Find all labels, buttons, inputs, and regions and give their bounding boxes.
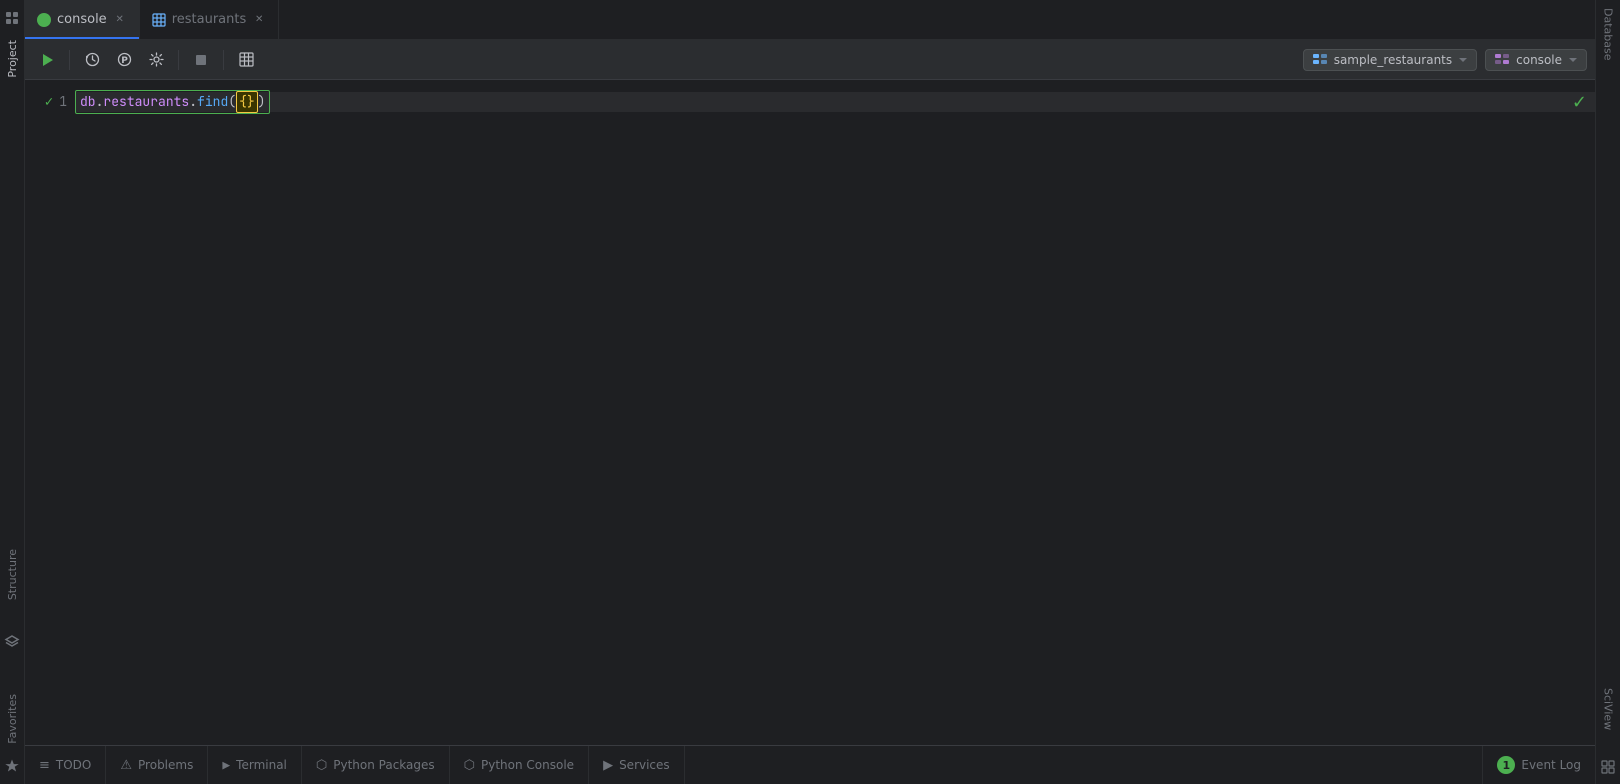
table-view-button[interactable] <box>232 46 260 74</box>
code-db: db <box>80 92 96 112</box>
console-selector-label: console <box>1516 53 1562 67</box>
toolbar-separator-1 <box>69 50 70 70</box>
layers-icon[interactable] <box>2 632 22 652</box>
tab-bar: console ✕ restaurants ✕ <box>25 0 1595 40</box>
code-restaurants: restaurants <box>103 92 189 112</box>
editor-valid-icon: ✓ <box>1572 92 1587 113</box>
services-status[interactable]: ▶ Services <box>589 746 685 784</box>
database-sidebar-label[interactable]: Database <box>1602 0 1615 69</box>
line-numbers: ✓ 1 <box>25 80 75 745</box>
history-button[interactable] <box>78 46 106 74</box>
favorites-sidebar-label[interactable]: Favorites <box>6 686 19 752</box>
line-number-text: 1 <box>59 92 67 112</box>
python-console-label: Python Console <box>481 758 574 772</box>
code-close-paren: ) <box>258 92 266 112</box>
code-find: find <box>197 92 228 112</box>
profiler-button[interactable]: P <box>110 46 138 74</box>
todo-label: TODO <box>56 758 91 772</box>
todo-status[interactable]: ≡ TODO <box>25 746 106 784</box>
toolbar: P <box>25 40 1595 80</box>
code-editor[interactable]: db.restaurants.find({}) <box>75 80 1595 745</box>
terminal-status[interactable]: ▶ Terminal <box>208 746 302 784</box>
db-selector-label: sample_restaurants <box>1334 53 1452 67</box>
status-bar: ≡ TODO ⚠ Problems ▶ Terminal ⬡ Python Pa… <box>25 745 1595 784</box>
left-sidebar: Project Structure Favorites <box>0 0 25 784</box>
services-label: Services <box>619 758 670 772</box>
todo-icon: ≡ <box>39 758 50 773</box>
problems-status[interactable]: ⚠ Problems <box>106 746 208 784</box>
star-icon[interactable] <box>2 756 22 776</box>
line-check-icon: ✓ <box>45 92 53 112</box>
code-open-paren: ( <box>228 92 236 112</box>
editor-area[interactable]: ✓ 1 db.restaurants.find({}) ✓ <box>25 80 1595 745</box>
sciview-icon[interactable] <box>1599 758 1617 776</box>
project-sidebar-label[interactable]: Project <box>6 32 19 86</box>
python-console-status[interactable]: ⬡ Python Console <box>450 746 589 784</box>
python-packages-label: Python Packages <box>333 758 434 772</box>
tab-restaurants[interactable]: restaurants ✕ <box>140 0 280 39</box>
toolbar-separator-2 <box>178 50 179 70</box>
stop-button[interactable] <box>187 46 215 74</box>
event-log-status[interactable]: 1 Event Log <box>1482 746 1595 784</box>
project-icon[interactable] <box>2 8 22 28</box>
tab-console-close[interactable]: ✕ <box>113 13 127 27</box>
console-selector[interactable]: console <box>1485 49 1587 71</box>
code-line-1[interactable]: db.restaurants.find({}) <box>75 92 1595 112</box>
python-console-icon: ⬡ <box>464 758 475 773</box>
toolbar-right: sample_restaurants console <box>1303 49 1587 71</box>
tab-console-label: console <box>57 12 107 27</box>
event-log-badge: 1 <box>1497 756 1515 774</box>
python-packages-icon: ⬡ <box>316 758 327 773</box>
line-number-1: ✓ 1 <box>33 92 67 112</box>
toolbar-separator-3 <box>223 50 224 70</box>
table-icon <box>152 13 166 27</box>
mongo-icon <box>37 13 51 27</box>
code-dot1: . <box>96 92 104 112</box>
sciview-sidebar-label[interactable]: SciView <box>1602 680 1615 738</box>
right-sidebar: Database SciView <box>1595 0 1620 784</box>
code-braces: {} <box>236 91 258 113</box>
terminal-label: Terminal <box>236 758 287 772</box>
main-content: console ✕ restaurants ✕ <box>25 0 1595 784</box>
problems-icon: ⚠ <box>120 758 132 773</box>
terminal-icon: ▶ <box>222 758 230 773</box>
code-dot2: . <box>189 92 197 112</box>
settings-button[interactable] <box>142 46 170 74</box>
db-selector[interactable]: sample_restaurants <box>1303 49 1477 71</box>
code-content-1: db.restaurants.find({}) <box>75 90 270 114</box>
tab-restaurants-close[interactable]: ✕ <box>252 13 266 27</box>
run-button[interactable] <box>33 46 61 74</box>
svg-text:P: P <box>121 56 128 66</box>
problems-label: Problems <box>138 758 193 772</box>
python-packages-status[interactable]: ⬡ Python Packages <box>302 746 450 784</box>
tab-restaurants-label: restaurants <box>172 12 247 27</box>
services-icon: ▶ <box>603 758 613 773</box>
tab-console[interactable]: console ✕ <box>25 0 140 39</box>
structure-sidebar-label[interactable]: Structure <box>6 541 19 608</box>
event-log-label: Event Log <box>1521 758 1581 772</box>
